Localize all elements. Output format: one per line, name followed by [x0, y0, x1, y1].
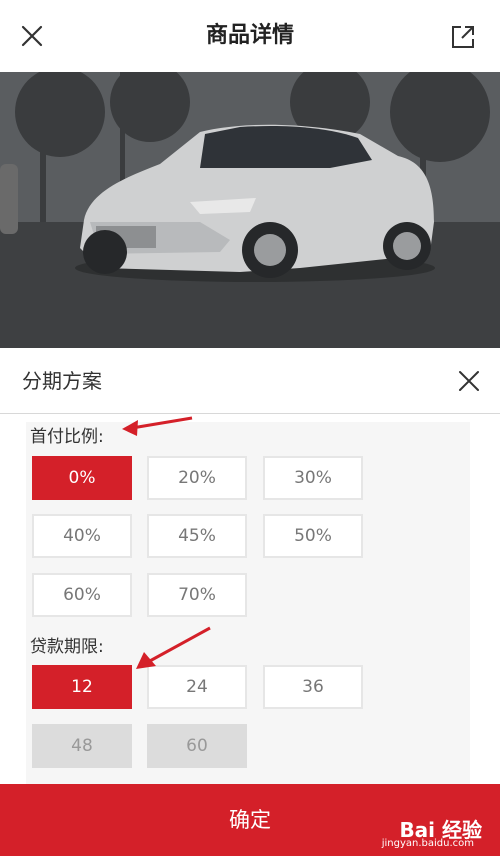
product-image [0, 72, 500, 348]
loan-term-option: 48 [32, 724, 132, 768]
loan-term-option[interactable]: 24 [147, 665, 247, 709]
down-payment-option[interactable]: 30% [263, 456, 363, 500]
close-icon[interactable] [458, 370, 480, 392]
sheet-header: 分期方案 [0, 348, 500, 414]
watermark-url: jingyan.baidu.com [381, 838, 474, 849]
sheet-title: 分期方案 [22, 369, 102, 393]
loan-term-option: 60 [147, 724, 247, 768]
installment-plan-sheet: 分期方案 首付比例: 0% 20% 30% 40% 45% 50% 60% 70… [0, 348, 500, 856]
down-payment-option[interactable]: 50% [263, 514, 363, 558]
down-payment-option[interactable]: 60% [32, 573, 132, 617]
share-icon[interactable] [450, 24, 476, 50]
loan-term-label: 贷款期限: [30, 637, 104, 657]
down-payment-option[interactable]: 70% [147, 573, 247, 617]
down-payment-option[interactable]: 45% [147, 514, 247, 558]
down-payment-label: 首付比例: [30, 427, 104, 447]
down-payment-option[interactable]: 0% [32, 456, 132, 500]
top-nav-bar: 商品详情 [0, 0, 500, 72]
down-payment-option[interactable]: 40% [32, 514, 132, 558]
page-title: 商品详情 [205, 23, 294, 48]
loan-term-option[interactable]: 36 [263, 665, 363, 709]
down-payment-option[interactable]: 20% [147, 456, 247, 500]
loan-term-option[interactable]: 12 [32, 665, 132, 709]
